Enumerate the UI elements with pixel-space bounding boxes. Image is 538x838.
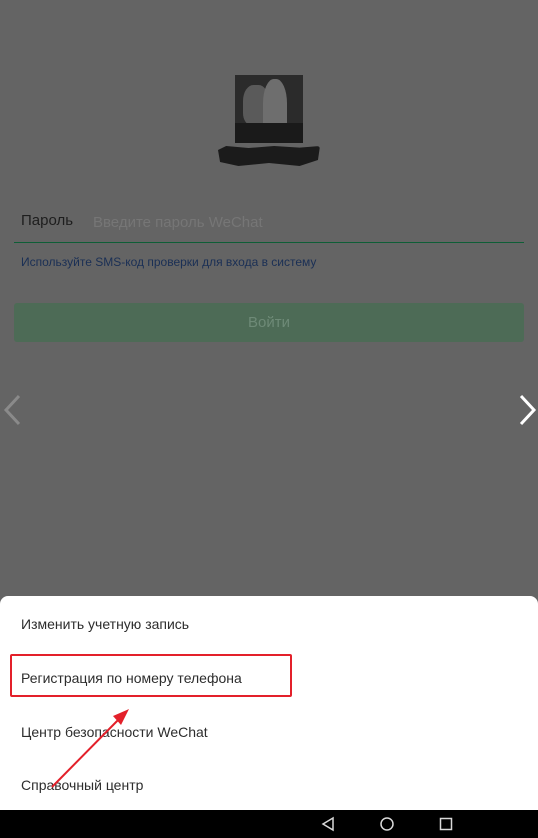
chevron-left-icon[interactable]: [2, 393, 24, 427]
redacted-username: [218, 146, 320, 166]
login-button[interactable]: Войти: [14, 303, 524, 342]
password-input[interactable]: [93, 211, 513, 233]
sms-login-link[interactable]: Используйте SMS-код проверки для входа в…: [21, 255, 316, 269]
recents-square-icon[interactable]: [438, 816, 454, 832]
password-underline: [14, 242, 524, 243]
screen: Пароль Используйте SMS-код проверки для …: [0, 0, 538, 838]
avatar: [235, 75, 303, 143]
help-center-item[interactable]: Справочный центр: [21, 777, 143, 793]
security-center-item[interactable]: Центр безопасности WeChat: [21, 724, 208, 740]
password-label: Пароль: [21, 212, 74, 229]
home-circle-icon[interactable]: [379, 816, 395, 832]
system-nav-bar: [0, 810, 538, 838]
highlight-box: [10, 654, 292, 697]
avatar-body: [235, 123, 303, 143]
chevron-right-icon[interactable]: [516, 393, 538, 427]
change-account-item[interactable]: Изменить учетную запись: [21, 616, 189, 632]
back-triangle-icon[interactable]: [320, 816, 336, 832]
